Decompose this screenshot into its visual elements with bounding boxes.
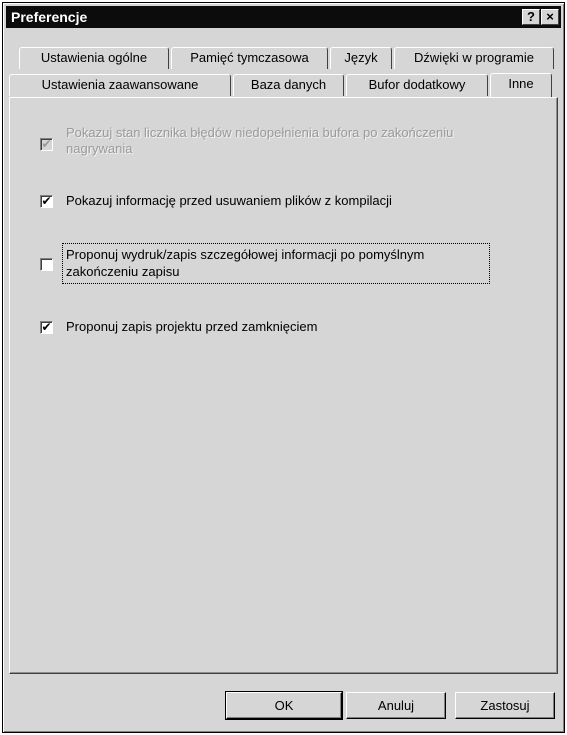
tab-baza-danych[interactable]: Baza danych — [233, 74, 344, 96]
label-buffer-underrun-line2: nagrywania — [66, 141, 133, 156]
tab-pamiec-tymczasowa[interactable]: Pamięć tymczasowa — [171, 47, 328, 69]
tab-bufor-dodatkowy[interactable]: Bufor dodatkowy — [346, 74, 488, 96]
tab-jezyk[interactable]: Język — [330, 47, 392, 69]
tab-panel-inne: Pokazuj stan licznika błędów niedopełnie… — [9, 97, 558, 674]
dialog-title: Preferencje — [11, 9, 88, 25]
label-print-details-line2[interactable]: zakończeniu zapisu — [66, 264, 179, 280]
help-button[interactable]: ? — [522, 9, 540, 25]
label-buffer-underrun-line1: Pokazuj stan licznika błędów niedopełnie… — [66, 125, 454, 140]
label-print-details-line1[interactable]: Proponuj wydruk/zapis szczegółowej infor… — [66, 247, 424, 263]
ok-button[interactable]: OK — [225, 691, 343, 720]
label-info-before-delete[interactable]: Pokazuj informację przed usuwaniem plikó… — [66, 193, 392, 209]
checkbox-save-project[interactable]: ✔ — [40, 321, 53, 334]
checkbox-print-details[interactable] — [40, 258, 53, 271]
apply-button[interactable]: Zastosuj — [455, 692, 555, 719]
checkbox-info-before-delete[interactable]: ✔ — [40, 195, 53, 208]
tab-ustawienia-zaawansowane[interactable]: Ustawienia zaawansowane — [9, 74, 231, 96]
tab-inne[interactable]: Inne — [490, 73, 552, 97]
title-bar[interactable]: Preferencje ? × — [6, 6, 561, 28]
checkmark-disabled-icon: ✔ — [41, 137, 52, 151]
tab-dzwieki-w-programie[interactable]: Dźwięki w programie — [394, 47, 554, 69]
label-save-project[interactable]: Proponuj zapis projektu przed zamknięcie… — [66, 319, 317, 335]
cancel-button[interactable]: Anuluj — [346, 692, 446, 719]
close-button[interactable]: × — [541, 9, 559, 25]
tab-ustawienia-ogolne[interactable]: Ustawienia ogólne — [19, 47, 169, 69]
